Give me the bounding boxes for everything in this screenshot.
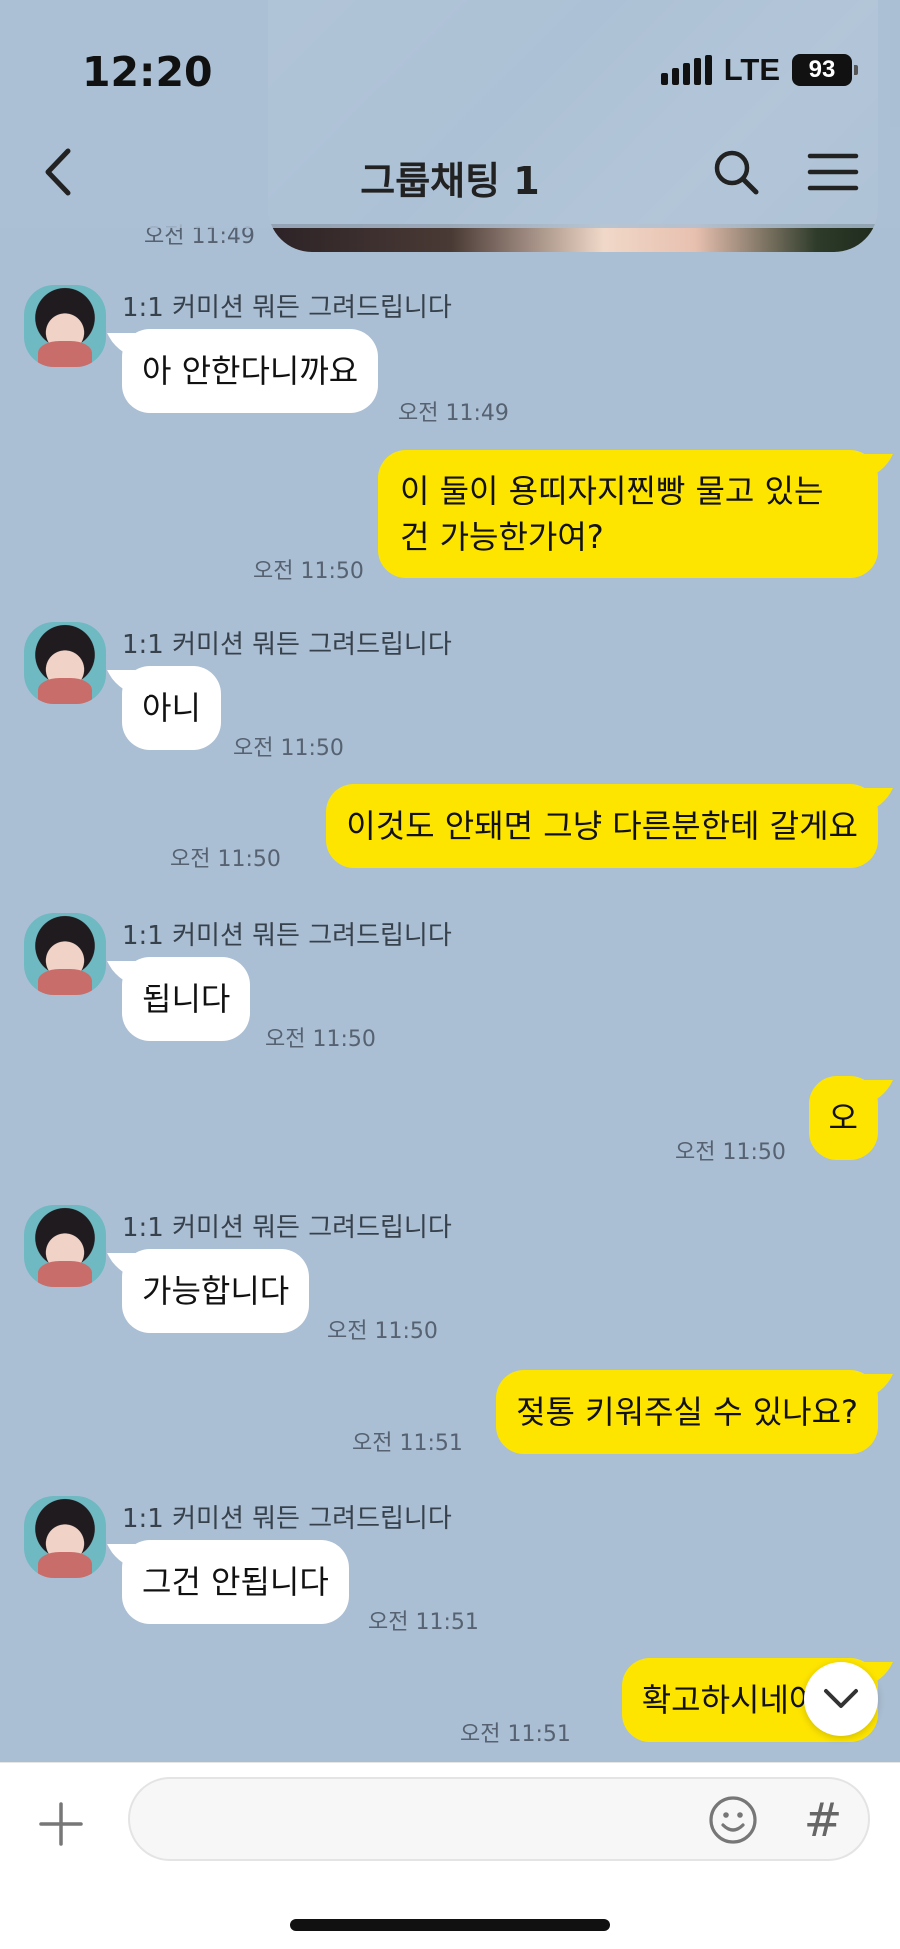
message-bubble[interactable]: 이것도 안돼면 그냥 다른분한테 갈게요 [326, 784, 878, 868]
sender-name: 1:1 커미션 뭐든 그려드립니다 [122, 293, 452, 323]
avatar[interactable] [24, 1496, 106, 1578]
message-bubble[interactable]: 아 안한다니까요 [122, 329, 379, 413]
hamburger-menu-icon [807, 153, 859, 191]
message-time: 오전 11:49 [398, 401, 509, 426]
message-input-bar: # [0, 1762, 900, 1949]
signal-icon [660, 55, 712, 85]
avatar[interactable] [24, 1205, 106, 1287]
network-type: LTE [723, 52, 780, 87]
sender-name: 1:1 커미션 뭐든 그려드립니다 [122, 921, 452, 951]
message-time: 오전 11:51 [352, 1431, 463, 1456]
message-time: 오전 11:50 [265, 1027, 376, 1052]
hashtag-button[interactable]: # [796, 1791, 850, 1849]
avatar[interactable] [24, 285, 106, 367]
sender-name: 1:1 커미션 뭐든 그려드립니다 [122, 1213, 452, 1243]
chat-title: 그룹채팅 1 [360, 159, 540, 203]
message-bubble[interactable]: 됩니다 [122, 957, 251, 1041]
status-bar: 12:20 LTE 93 [0, 0, 900, 130]
menu-button[interactable] [800, 142, 866, 202]
message-time: 오전 11:50 [253, 559, 364, 584]
message-time: 오전 11:50 [675, 1140, 786, 1165]
emoji-button[interactable] [706, 1793, 760, 1847]
chevron-down-icon [824, 1689, 858, 1708]
battery-icon: 93 [792, 54, 858, 86]
message-time: 오전 11:50 [327, 1319, 438, 1344]
search-icon [714, 150, 759, 195]
status-time: 12:20 [82, 48, 213, 96]
message-input[interactable] [158, 1799, 678, 1841]
sender-name: 1:1 커미션 뭐든 그려드립니다 [122, 1504, 452, 1534]
search-button[interactable] [708, 142, 764, 202]
message-bubble[interactable]: 젖통 키워주실 수 있나요? [496, 1370, 878, 1454]
chat-area[interactable]: 오전 11:49 1:1 커미션 뭐든 그려드립니다 아 안한다니까요 오전 1… [0, 0, 900, 1760]
avatar[interactable] [24, 913, 106, 995]
sender-name: 1:1 커미션 뭐든 그려드립니다 [122, 630, 452, 660]
plus-icon [39, 1802, 83, 1846]
message-time: 오전 11:50 [233, 736, 344, 761]
attach-button[interactable] [30, 1793, 92, 1855]
message-time: 오전 11:51 [368, 1610, 479, 1635]
scroll-to-bottom-button[interactable] [804, 1662, 878, 1736]
message-time: 오전 11:50 [170, 847, 281, 872]
message-bubble[interactable]: 그건 안됩니다 [122, 1540, 349, 1624]
message-field[interactable]: # [128, 1777, 870, 1861]
message-bubble[interactable]: 이 둘이 용띠자지찐빵 물고 있는 건 가능한가여? [378, 450, 878, 578]
chat-header: 그룹채팅 1 [0, 130, 900, 216]
message-bubble[interactable]: 오 [808, 1076, 878, 1160]
message-bubble[interactable]: 가능합니다 [122, 1249, 310, 1333]
status-indicators: LTE 93 [660, 50, 858, 90]
emoji-icon [709, 1796, 757, 1844]
message-bubble[interactable]: 아니 [122, 666, 221, 750]
battery-level: 93 [808, 56, 836, 83]
home-indicator [290, 1919, 610, 1931]
avatar[interactable] [24, 622, 106, 704]
message-time: 오전 11:51 [460, 1722, 571, 1747]
